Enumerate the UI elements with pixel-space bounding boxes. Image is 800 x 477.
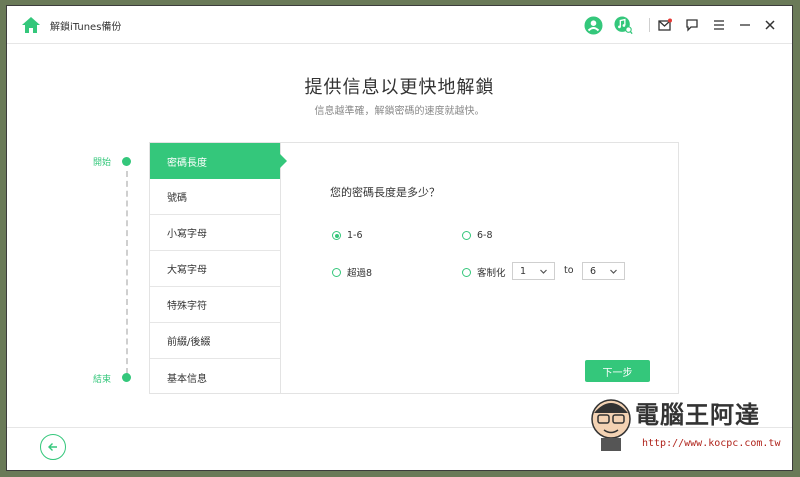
- option-label: 客制化: [477, 268, 506, 279]
- option-label: 1-6: [347, 230, 363, 241]
- nav-item-password-length[interactable]: 密碼長度: [150, 143, 287, 179]
- radio-selected-icon[interactable]: [332, 231, 341, 240]
- length-question: 您的密碼長度是多少？: [330, 186, 440, 199]
- nav-item-basic-info[interactable]: 基本信息: [150, 359, 280, 395]
- option-over-8[interactable]: 超過8: [332, 265, 372, 279]
- minimize-icon[interactable]: [738, 18, 752, 32]
- step-end-dot: [122, 373, 131, 382]
- watermark-title: 電腦王阿達: [635, 401, 760, 429]
- nav-item-numbers[interactable]: 號碼: [150, 179, 280, 215]
- next-button[interactable]: 下一步: [585, 360, 650, 382]
- option-1-6[interactable]: 1-6: [332, 230, 363, 241]
- page-title: 提供信息以更快地解鎖: [304, 77, 495, 98]
- to-label: to: [564, 265, 574, 276]
- step-end-label: 結束: [93, 375, 112, 385]
- category-nav: 密碼長度 號碼 小寫字母 大寫字母 特殊字符 前綴/後綴 基本信息: [150, 143, 287, 395]
- music-search-icon[interactable]: [614, 16, 633, 35]
- option-label: 超過8: [347, 268, 373, 279]
- option-label: 6-8: [477, 230, 493, 241]
- menu-icon[interactable]: [712, 18, 726, 32]
- mascot-icon: [591, 399, 631, 451]
- nav-item-label: 大寫字母: [167, 265, 207, 276]
- nav-item-label: 前綴/後綴: [167, 337, 211, 348]
- nav-item-special-chars[interactable]: 特殊字符: [150, 287, 280, 323]
- step-start-label: 開始: [93, 158, 112, 168]
- titlebar: 解鎖iTunes備份: [7, 6, 792, 44]
- mail-icon[interactable]: [658, 18, 672, 32]
- nav-item-uppercase[interactable]: 大寫字母: [150, 251, 280, 287]
- custom-max-select[interactable]: 6: [582, 262, 625, 280]
- settings-panel: 密碼長度 號碼 小寫字母 大寫字母 特殊字符 前綴/後綴 基本信息 您的密碼長度…: [149, 142, 679, 394]
- nav-item-lowercase[interactable]: 小寫字母: [150, 215, 280, 251]
- feedback-icon[interactable]: [685, 18, 699, 32]
- custom-min-select[interactable]: 1: [512, 262, 555, 280]
- nav-item-label: 密碼長度: [167, 157, 207, 169]
- radio-icon[interactable]: [462, 231, 471, 240]
- nav-item-label: 號碼: [167, 193, 187, 204]
- custom-min-value: 1: [520, 265, 527, 277]
- nav-item-label: 基本信息: [167, 373, 207, 385]
- option-6-8[interactable]: 6-8: [462, 230, 493, 241]
- chevron-down-icon: [610, 269, 617, 274]
- nav-item-label: 特殊字符: [167, 301, 207, 312]
- arrow-left-icon: [48, 443, 57, 451]
- home-icon[interactable]: [21, 16, 41, 34]
- next-button-label: 下一步: [602, 367, 633, 379]
- nav-item-prefix-suffix[interactable]: 前綴/後綴: [150, 323, 280, 359]
- user-icon[interactable]: [584, 16, 603, 35]
- option-custom[interactable]: 客制化: [462, 265, 506, 279]
- close-icon[interactable]: [763, 18, 777, 32]
- page-subtitle: 信息越準確，解鎖密碼的速度就越快。: [314, 106, 485, 117]
- back-button[interactable]: [40, 434, 66, 460]
- nav-item-label: 小寫字母: [167, 229, 207, 240]
- app-title: 解鎖iTunes備份: [50, 22, 122, 33]
- titlebar-separator: [649, 18, 650, 32]
- custom-max-value: 6: [590, 265, 597, 277]
- step-start-dot: [122, 157, 131, 166]
- radio-icon[interactable]: [462, 267, 471, 277]
- app-window: 解鎖iTunes備份 提供信息以更快地解鎖 信息越準確，解鎖密碼的速度就越快。 …: [6, 5, 793, 471]
- chevron-down-icon: [540, 269, 547, 274]
- radio-icon[interactable]: [332, 267, 341, 277]
- watermark: 電腦王阿達 http://www.kocpc.com.tw: [587, 391, 792, 459]
- watermark-url: http://www.kocpc.com.tw: [642, 438, 781, 449]
- step-connector: [126, 171, 128, 374]
